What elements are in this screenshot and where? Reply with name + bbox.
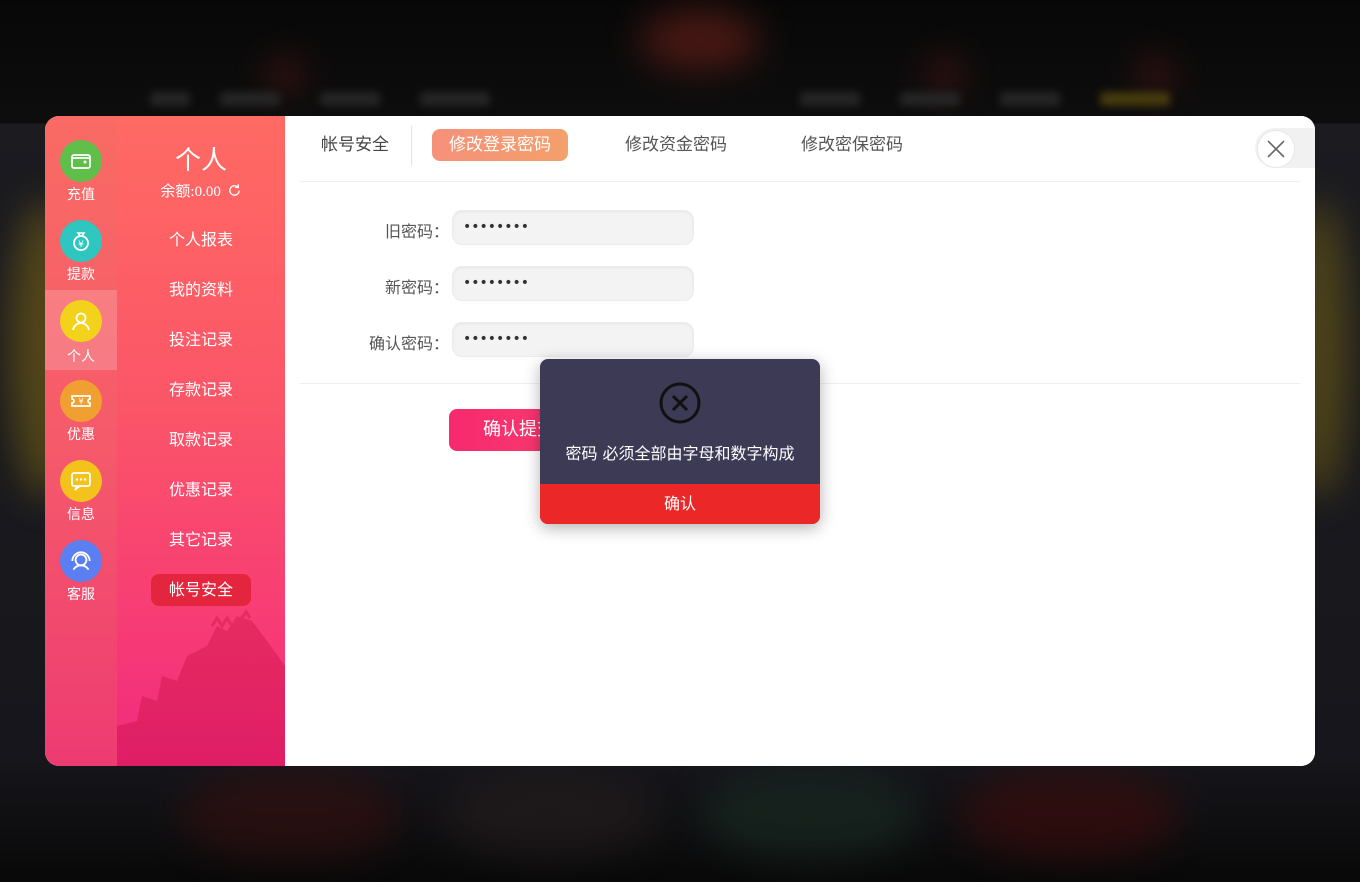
rail-item-personal[interactable]: 个人 [45,290,117,370]
menu-item-deposit-records[interactable]: 存款记录 [151,374,251,406]
old-password-label: 旧密码： [384,222,449,241]
divider [300,181,1300,182]
rail-label: 信息 [67,507,95,523]
rail-label: 客服 [67,587,95,603]
refresh-icon[interactable] [227,183,242,203]
wallet-icon [60,140,102,182]
sidebar-title: 个人 [174,146,227,176]
confirm-password-label: 确认密码： [368,334,449,353]
rail-item-deposit[interactable]: 充值 [45,136,117,216]
menu-item-personal-report[interactable]: 个人报表 [151,224,251,256]
coupon-icon: ¥ [60,380,102,422]
rail-label: 优惠 [67,427,95,443]
sub-menu: 个人 余额:0.00 个人报表 我的资料 投注记录 存款记录 取款记录 优惠记录… [117,116,285,766]
tab-change-login-password[interactable]: 修改登录密码 [432,129,568,161]
alert-confirm-button[interactable]: 确认 [540,484,820,524]
rail-label: 充值 [67,187,95,203]
tab-change-fund-password[interactable]: 修改资金密码 [608,129,744,161]
tab-change-security-password[interactable]: 修改密保密码 [784,129,920,161]
old-password-input[interactable]: •••••••• [452,210,694,245]
svg-text:¥: ¥ [78,240,84,250]
close-button[interactable] [1255,128,1315,168]
icon-rail: 充值 ¥ 提款 个人 ¥ 优惠 信息 客服 [45,116,117,766]
menu-item-withdraw-records[interactable]: 取款记录 [151,424,251,456]
rail-item-promo[interactable]: ¥ 优惠 [45,376,117,456]
headset-icon [60,540,102,582]
great-wall-decoration [117,609,285,766]
new-password-label: 新密码： [384,278,449,297]
svg-text:¥: ¥ [78,397,83,406]
section-title: 帐号安全 [321,135,389,155]
menu-item-other-records[interactable]: 其它记录 [151,524,251,556]
balance-text: 余额:0.00 [160,184,221,200]
error-circle-icon [658,381,702,425]
balance-row: 余额:0.00 [117,180,285,203]
rail-item-support[interactable]: 客服 [45,536,117,616]
user-icon [60,300,102,342]
rail-label: 个人 [67,349,95,365]
rail-item-messages[interactable]: 信息 [45,456,117,536]
rail-label: 提款 [67,267,95,283]
confirm-password-input[interactable]: •••••••• [452,322,694,357]
menu-item-promo-records[interactable]: 优惠记录 [151,474,251,506]
error-alert-dialog: 密码 必须全部由字母和数字构成 确认 [540,359,820,524]
rail-item-withdraw[interactable]: ¥ 提款 [45,216,117,296]
alert-message: 密码 必须全部由字母和数字构成 [565,444,795,463]
new-password-input[interactable]: •••••••• [452,266,694,301]
menu-item-my-profile[interactable]: 我的资料 [151,274,251,306]
menu-item-bet-records[interactable]: 投注记录 [151,324,251,356]
tab-divider [411,126,412,166]
message-icon [60,460,102,502]
close-icon [1257,130,1295,168]
money-bag-icon: ¥ [60,220,102,262]
menu-item-account-security[interactable]: 帐号安全 [151,574,251,606]
